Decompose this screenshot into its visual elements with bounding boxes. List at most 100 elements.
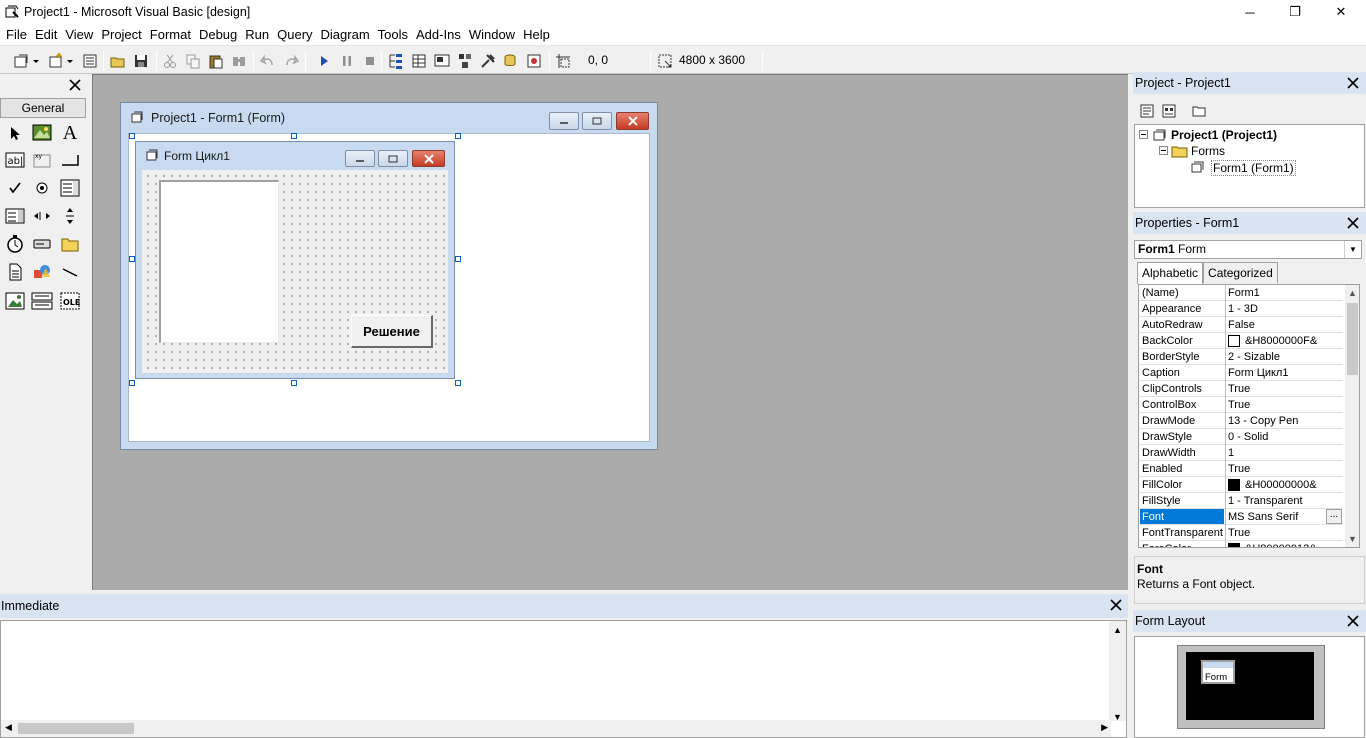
property-value[interactable]: 2 - Sizable [1228,351,1280,363]
property-row[interactable]: Font MS Sans Serif... [1139,509,1343,525]
menu-run[interactable]: Run [241,24,273,46]
shape-tool-icon[interactable] [31,261,53,283]
find-icon[interactable] [229,51,249,71]
resize-handle[interactable] [291,380,297,386]
resize-handle[interactable] [455,133,461,139]
project-explorer-close-icon[interactable] [1344,74,1362,92]
resize-handle[interactable] [455,380,461,386]
property-value[interactable]: &H80000012& [1228,543,1317,547]
filelistbox-tool-icon[interactable] [4,261,26,283]
property-value[interactable]: 1 - Transparent [1228,495,1303,507]
data-view-icon[interactable] [501,51,521,71]
scroll-thumb[interactable] [18,723,134,734]
textbox-tool-icon[interactable]: ab| [4,149,26,171]
reshenie-command-button[interactable]: Решение [351,315,433,348]
form-minimize-button[interactable] [345,150,375,167]
property-row[interactable]: BackColor &H8000000F& [1139,333,1343,349]
picturebox-tool-icon[interactable] [31,122,53,144]
resize-handle[interactable] [129,380,135,386]
view-object-icon[interactable] [1159,101,1179,121]
toolbox-close-icon[interactable] [66,76,84,94]
property-row[interactable]: FillStyle 1 - Transparent [1139,493,1343,509]
toolbox-icon[interactable] [478,51,498,71]
immediate-hscrollbar[interactable]: ◀ ▶ [1,720,1111,737]
object-browser-icon[interactable] [455,51,475,71]
object-selector-combo[interactable]: Form1 Form ▼ [1134,240,1362,259]
data-tool-icon[interactable] [31,290,53,312]
tab-alphabetic[interactable]: Alphabetic [1137,262,1204,284]
scroll-up-icon[interactable]: ▲ [1113,625,1122,635]
checkbox-tool-icon[interactable] [4,177,26,199]
property-row[interactable]: FontTransparent True [1139,525,1343,541]
property-value[interactable]: True [1228,399,1250,411]
property-row[interactable]: DrawStyle 0 - Solid [1139,429,1343,445]
form-close-button[interactable] [412,150,445,167]
label-tool-icon[interactable]: A [59,122,81,144]
menu-window[interactable]: Window [465,24,519,46]
start-icon[interactable] [314,51,334,71]
undo-icon[interactable] [258,51,278,71]
dirlistbox-tool-icon[interactable] [59,233,81,255]
project-explorer-icon[interactable] [386,51,406,71]
end-icon[interactable] [360,51,380,71]
menu-tools[interactable]: Tools [374,24,412,46]
property-row[interactable]: DrawMode 13 - Copy Pen [1139,413,1343,429]
copy-icon[interactable] [183,51,203,71]
pointer-tool-icon[interactable] [4,122,26,144]
property-value[interactable]: &H8000000F& [1228,335,1317,347]
ellipsis-button[interactable]: ... [1326,509,1342,524]
menu-debug[interactable]: Debug [195,24,241,46]
tree-node-forms[interactable]: Forms [1159,144,1225,158]
maximize-button[interactable]: ❐ [1272,0,1318,24]
designer-restore-button[interactable] [582,112,612,130]
visual-component-manager-icon[interactable] [524,51,544,71]
resize-handle[interactable] [455,256,461,262]
save-project-icon[interactable] [131,51,151,71]
line-tool-icon[interactable] [59,261,81,283]
designer-close-button[interactable] [616,112,649,130]
add-project-dropdown-icon[interactable] [30,51,42,71]
property-value[interactable]: True [1228,383,1250,395]
property-row[interactable]: DrawWidth 1 [1139,445,1343,461]
ole-tool-icon[interactable]: OLE [59,290,81,312]
optionbutton-tool-icon[interactable] [31,177,53,199]
properties-close-icon[interactable] [1344,214,1362,232]
immediate-window[interactable]: ▲ ▼ ◀ ▶ [0,620,1127,738]
resize-handle[interactable] [129,133,135,139]
designer-minimize-button[interactable] [549,112,579,130]
menu-query[interactable]: Query [273,24,316,46]
add-form-icon[interactable] [46,51,66,71]
property-row[interactable]: ControlBox True [1139,397,1343,413]
menu-format[interactable]: Format [146,24,195,46]
scroll-down-icon[interactable]: ▼ [1113,712,1122,722]
property-value[interactable]: MS Sans Serif [1228,511,1298,523]
view-code-icon[interactable] [1137,101,1157,121]
property-row[interactable]: (Name) Form1 [1139,285,1343,301]
form-grid-surface[interactable]: Решение [142,170,448,373]
scroll-left-icon[interactable]: ◀ [5,722,12,733]
timer-tool-icon[interactable] [4,233,26,255]
menu-project[interactable]: Project [97,24,145,46]
scroll-up-icon[interactable]: ▲ [1345,285,1359,301]
property-value[interactable]: Form Цикл1 [1228,367,1288,379]
menu-help[interactable]: Help [519,24,554,46]
minimize-button[interactable]: ─ [1227,0,1273,24]
properties-window-icon[interactable] [409,51,429,71]
menu-editor-icon[interactable] [80,51,100,71]
scroll-down-icon[interactable]: ▼ [1345,531,1359,547]
toggle-folders-icon[interactable] [1189,101,1209,121]
menu-addins[interactable]: Add-Ins [412,24,465,46]
commandbutton-tool-icon[interactable] [59,149,81,171]
property-value[interactable]: False [1228,319,1255,331]
property-value[interactable]: 0 - Solid [1228,431,1268,443]
add-form-dropdown-icon[interactable] [64,51,76,71]
break-icon[interactable] [337,51,357,71]
drivelistbox-tool-icon[interactable] [31,233,53,255]
paste-icon[interactable] [206,51,226,71]
cut-icon[interactable] [160,51,180,71]
menu-diagram[interactable]: Diagram [317,24,374,46]
hscrollbar-tool-icon[interactable] [31,205,53,227]
resize-handle[interactable] [291,133,297,139]
property-row[interactable]: AutoRedraw False [1139,317,1343,333]
scroll-thumb[interactable] [1347,303,1358,375]
